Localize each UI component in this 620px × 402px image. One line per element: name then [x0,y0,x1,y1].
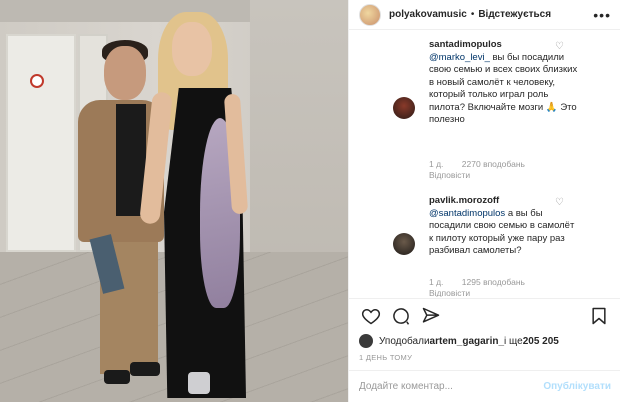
likes-summary: Уподобали artem_gagarin_ і ще 205 205 [359,332,559,350]
author-username[interactable]: polyakovamusic [389,9,467,20]
following-button[interactable]: Відстежується [478,9,551,20]
post-side-panel: polyakovamusic • Відстежується ••• santa… [348,0,620,402]
post-header: polyakovamusic • Відстежується ••• [349,0,620,30]
likes-count[interactable]: 205 205 [523,336,559,347]
comment-time: 1 д. [429,159,444,169]
instagram-post: polyakovamusic • Відстежується ••• santa… [0,0,620,402]
separator-dot: • [470,9,475,20]
share-icon[interactable] [419,304,443,328]
comment-username[interactable]: santadimopulos [429,39,502,50]
liker-username[interactable]: artem_gagarin_ [430,336,504,347]
comment-like-heart-icon[interactable]: ♡ [555,41,564,52]
heart-icon[interactable] [359,304,383,328]
comment-time: 1 д. [429,277,444,287]
comment-likes[interactable]: 1295 вподобань [462,277,525,287]
comment-mention[interactable]: @marko_levi_ [429,52,490,63]
comment-icon[interactable] [389,304,413,328]
door [6,34,108,252]
no-smoking-sign [30,74,44,88]
comment-likes[interactable]: 2270 вподобань [462,159,525,169]
liker-avatar[interactable] [359,334,373,348]
avatar[interactable] [359,3,381,26]
comment-mention[interactable]: @santadimopulos [429,208,505,219]
comment-avatar[interactable] [393,233,415,255]
post-photo[interactable] [0,0,348,402]
publish-button[interactable]: Опублікувати [543,381,611,392]
comment-avatar[interactable] [393,97,415,119]
comment-like-heart-icon[interactable]: ♡ [555,197,564,208]
comment-username[interactable]: pavlik.morozoff [429,195,499,206]
comment-input[interactable] [359,381,544,392]
more-options-icon[interactable]: ••• [593,7,611,23]
post-actions [349,298,620,332]
reply-button[interactable]: Відповісти [429,170,470,180]
comments-list[interactable]: santadimopulos @marko_levi_ вы бы посади… [349,31,620,297]
add-comment-bar: Опублікувати [349,370,620,402]
reply-button[interactable]: Відповісти [429,288,470,297]
bookmark-icon[interactable] [587,304,611,328]
post-timestamp[interactable]: 1 ДЕНЬ ТОМУ [359,353,412,362]
